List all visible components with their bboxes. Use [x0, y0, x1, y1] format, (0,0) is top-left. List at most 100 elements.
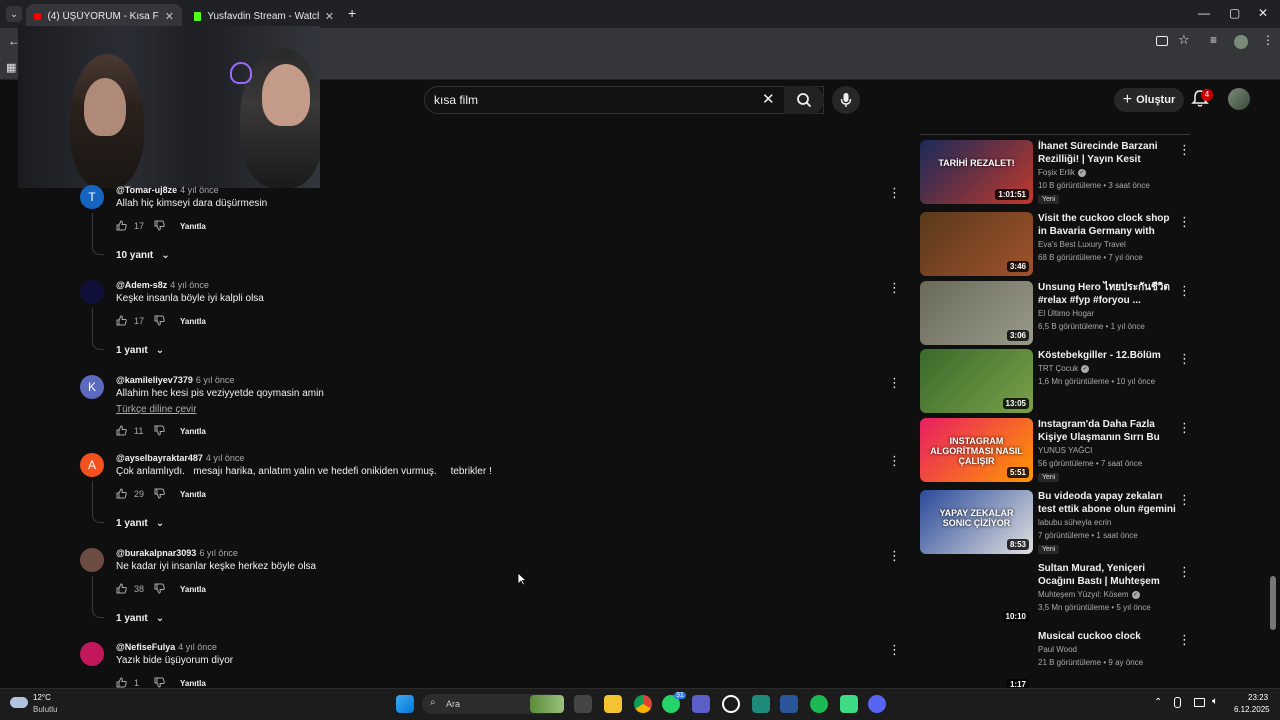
comment-menu-icon[interactable]: ⋮	[888, 548, 901, 564]
like-icon[interactable]	[116, 315, 128, 327]
apps-grid-icon[interactable]: ▦	[6, 61, 16, 74]
widget-icon[interactable]	[530, 695, 564, 713]
related-video[interactable]: INSTAGRAM ALGORİTMASI NASIL ÇALIŞIR 5:51 I…	[920, 418, 1191, 482]
video-menu-icon[interactable]: ⋮	[1178, 214, 1191, 230]
view-replies-button[interactable]: 1 yanıt ⌄	[116, 613, 164, 624]
comment-time[interactable]: 4 yıl önce	[206, 453, 245, 463]
related-video[interactable]: 3:06 Unsung Hero ไทยประกันชีวิต #relax #f…	[920, 281, 1191, 345]
video-menu-icon[interactable]: ⋮	[1178, 420, 1191, 436]
media-control-icon[interactable]: ≡	[1210, 33, 1217, 47]
close-window-button[interactable]: ✕	[1258, 6, 1268, 20]
speaker-icon[interactable]: 🔈︎	[1212, 696, 1218, 707]
video-thumbnail[interactable]: YAPAY ZEKALAR SONIC ÇİZİYOR 8:53	[920, 490, 1033, 554]
comment-menu-icon[interactable]: ⋮	[888, 642, 901, 658]
bookmark-star-icon[interactable]: ☆	[1178, 32, 1190, 48]
spotify-icon[interactable]	[810, 695, 828, 713]
kebab-menu-icon[interactable]: ⋮	[1262, 33, 1274, 47]
new-tab-button[interactable]: +	[348, 5, 356, 21]
video-title[interactable]: Musical cuckoo clock	[1038, 630, 1178, 643]
clock-date[interactable]: 6.12.2025	[1234, 705, 1270, 714]
comment-menu-icon[interactable]: ⋮	[888, 280, 901, 296]
like-icon[interactable]	[116, 220, 128, 232]
clear-search-icon[interactable]: ✕	[762, 90, 775, 108]
comment-time[interactable]: 6 yıl önce	[196, 375, 235, 385]
avatar[interactable]	[80, 280, 104, 304]
like-icon[interactable]	[116, 425, 128, 437]
reply-button[interactable]: Yanıtla	[180, 490, 206, 499]
view-replies-button[interactable]: 1 yanıt ⌄	[116, 345, 164, 356]
video-thumbnail[interactable]: 3:06	[920, 281, 1033, 345]
video-channel[interactable]: El Último Hogar	[1038, 309, 1094, 318]
video-menu-icon[interactable]: ⋮	[1178, 283, 1191, 299]
video-menu-icon[interactable]: ⋮	[1178, 351, 1191, 367]
avatar[interactable]: A	[80, 453, 104, 477]
comment-time[interactable]: 4 yıl önce	[170, 280, 209, 290]
comment-menu-icon[interactable]: ⋮	[888, 185, 901, 201]
dislike-icon[interactable]	[154, 488, 166, 500]
android-icon[interactable]	[840, 695, 858, 713]
close-tab-icon[interactable]: ✕	[165, 10, 174, 23]
tab-search-icon[interactable]: ⌄	[6, 6, 22, 22]
create-button[interactable]: + Oluştur	[1114, 88, 1184, 112]
related-video[interactable]: TARİHİ REZALET! 1:01:51 İhanet Sürecinde B…	[920, 140, 1191, 204]
avatar[interactable]: K	[80, 375, 104, 399]
video-channel[interactable]: TRT Çocuk ✓	[1038, 364, 1090, 373]
video-channel[interactable]: labubu süheyla ecrin	[1038, 518, 1111, 527]
voice-search-button[interactable]	[832, 86, 860, 114]
comment-author[interactable]: @Tomar-uj8ze	[116, 185, 177, 195]
discord-icon[interactable]	[868, 695, 886, 713]
reply-button[interactable]: Yanıtla	[180, 585, 206, 594]
like-icon[interactable]	[116, 583, 128, 595]
dislike-icon[interactable]	[154, 583, 166, 595]
video-menu-icon[interactable]: ⋮	[1178, 492, 1191, 508]
related-video[interactable]: 1:17 Musical cuckoo clock Paul Wood 21 B gö…	[920, 630, 1191, 694]
comment-time[interactable]: 4 yıl önce	[180, 185, 219, 195]
file-explorer-icon[interactable]	[604, 695, 622, 713]
video-title[interactable]: Unsung Hero ไทยประกันชีวิต #relax #fyp #…	[1038, 281, 1178, 307]
comment-menu-icon[interactable]: ⋮	[888, 375, 901, 391]
video-title[interactable]: Bu videoda yapay zekaları test ettik abo…	[1038, 490, 1178, 516]
comment-author[interactable]: @ayselbayraktar487	[116, 453, 203, 463]
avatar[interactable]: T	[80, 185, 104, 209]
search-button[interactable]	[784, 86, 824, 114]
video-channel[interactable]: YUNUS YAĞCI	[1038, 446, 1092, 455]
related-video[interactable]: 3:46 Visit the cuckoo clock shop in Bavar…	[920, 212, 1191, 276]
chevron-up-icon[interactable]: ⌃	[1154, 697, 1162, 708]
dislike-icon[interactable]	[154, 220, 166, 232]
video-menu-icon[interactable]: ⋮	[1178, 632, 1191, 648]
clock-time[interactable]: 23:23	[1248, 693, 1268, 702]
app-icon[interactable]	[752, 695, 770, 713]
related-video[interactable]: 13:05 Köstebekgiller - 12.Bölüm TRT Çocuk ✓…	[920, 349, 1191, 413]
search-input[interactable]	[434, 92, 734, 108]
tab-youtube[interactable]: (4) ÜŞÜYORUM - Kısa Film - You ✕	[26, 4, 182, 28]
microphone-tray-icon[interactable]	[1174, 697, 1181, 708]
video-thumbnail[interactable]: INSTAGRAM ALGORİTMASI NASIL ÇALIŞIR 5:51	[920, 418, 1033, 482]
video-thumbnail[interactable]: TARİHİ REZALET! 1:01:51	[920, 140, 1033, 204]
maximize-button[interactable]: ▢	[1229, 6, 1240, 20]
chatgpt-icon[interactable]	[722, 695, 740, 713]
comment-menu-icon[interactable]: ⋮	[888, 453, 901, 469]
dislike-icon[interactable]	[154, 315, 166, 327]
like-icon[interactable]	[116, 488, 128, 500]
tab-kick[interactable]: Yusfavdin Stream - Watch Live ✕	[186, 4, 342, 28]
minimize-button[interactable]: —	[1198, 6, 1210, 20]
comment-author[interactable]: @kamileliyev7379	[116, 375, 193, 385]
weather-description[interactable]: Bulutlu	[33, 705, 57, 714]
chrome-icon[interactable]	[634, 695, 652, 713]
related-video[interactable]: YAPAY ZEKALAR SONIC ÇİZİYOR 8:53 Bu videod…	[920, 490, 1191, 554]
video-thumbnail[interactable]: 10:10	[920, 562, 1033, 626]
translate-link[interactable]: Türkçe diline çevir	[116, 404, 197, 415]
task-view-icon[interactable]	[574, 695, 592, 713]
avatar[interactable]	[80, 642, 104, 666]
video-title[interactable]: İhanet Sürecinde Barzani Rezilliği! | Ya…	[1038, 140, 1178, 166]
video-channel[interactable]: Eva's Best Luxury Travel	[1038, 240, 1126, 249]
video-channel[interactable]: Paul Wood	[1038, 645, 1077, 654]
video-menu-icon[interactable]: ⋮	[1178, 564, 1191, 580]
comment-time[interactable]: 6 yıl önce	[199, 548, 238, 558]
video-title[interactable]: Visit the cuckoo clock shop in Bavaria G…	[1038, 212, 1178, 238]
video-channel[interactable]: Foşix Erlik ✓	[1038, 168, 1086, 177]
account-avatar[interactable]	[1228, 88, 1250, 110]
view-replies-button[interactable]: 10 yanıt ⌄	[116, 250, 170, 261]
scrollbar[interactable]	[1270, 576, 1276, 630]
video-menu-icon[interactable]: ⋮	[1178, 142, 1191, 158]
